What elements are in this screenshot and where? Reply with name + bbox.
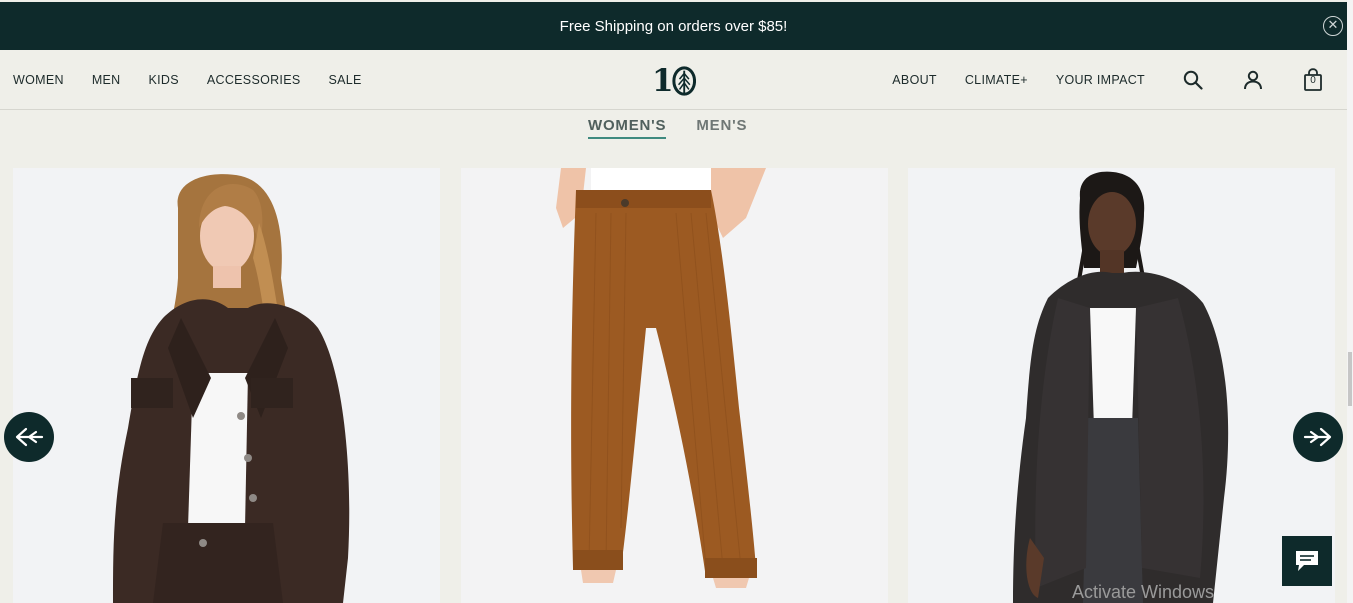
brand-logo[interactable]: 1	[652, 64, 696, 98]
gender-tabs: WOMEN'S MEN'S	[588, 117, 777, 139]
nav-climate[interactable]: CLIMATE+	[965, 73, 1028, 87]
nav-about[interactable]: ABOUT	[892, 73, 937, 87]
cart-icon[interactable]: 0	[1301, 68, 1325, 92]
product-card-1[interactable]	[13, 168, 440, 603]
product-card-2[interactable]	[461, 168, 888, 603]
promo-banner: Free Shipping on orders over $85! ✕	[0, 2, 1347, 50]
product-image-3	[908, 168, 1335, 603]
product-carousel	[0, 168, 1353, 603]
account-icon[interactable]	[1241, 68, 1265, 92]
page-scrollbar[interactable]	[1347, 0, 1353, 603]
search-icon[interactable]	[1181, 68, 1205, 92]
tab-womens[interactable]: WOMEN'S	[588, 117, 667, 139]
scrollbar-thumb[interactable]	[1348, 352, 1352, 406]
cart-count-badge: 0	[1310, 75, 1316, 86]
promo-text: Free Shipping on orders over $85!	[559, 17, 788, 35]
secondary-nav: ABOUT CLIMATE+ YOUR IMPACT 0	[864, 50, 1347, 110]
nav-your-impact[interactable]: YOUR IMPACT	[1056, 73, 1145, 87]
close-icon[interactable]: ✕	[1323, 16, 1343, 36]
nav-kids[interactable]: KIDS	[149, 73, 179, 87]
product-image-1	[13, 168, 440, 603]
chat-icon[interactable]	[1282, 536, 1332, 586]
tab-mens[interactable]: MEN'S	[696, 117, 747, 139]
product-image-2	[461, 168, 888, 603]
tree-logo-icon	[671, 66, 696, 96]
site-header: WOMEN MEN KIDS ACCESSORIES SALE 1 ABOUT …	[0, 50, 1347, 110]
nav-men[interactable]: MEN	[92, 73, 121, 87]
nav-sale[interactable]: SALE	[328, 73, 361, 87]
logo-numeral: 1	[652, 63, 674, 99]
main-nav: WOMEN MEN KIDS ACCESSORIES SALE	[13, 50, 362, 110]
nav-accessories[interactable]: ACCESSORIES	[207, 73, 301, 87]
product-card-3[interactable]	[908, 168, 1335, 603]
windows-activation-watermark: Activate Windows	[1072, 582, 1215, 602]
arrow-right-icon[interactable]	[1293, 412, 1343, 462]
nav-women[interactable]: WOMEN	[13, 73, 64, 87]
arrow-left-icon[interactable]	[4, 412, 54, 462]
